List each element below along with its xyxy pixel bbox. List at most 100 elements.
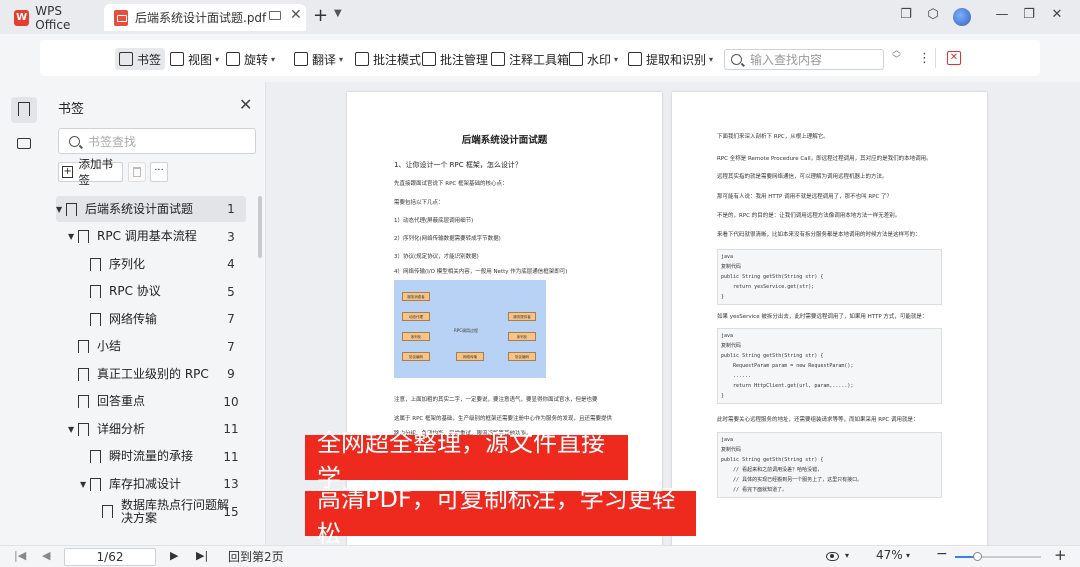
bookmark-item-page: 13 <box>223 477 239 491</box>
expand-toggle-icon[interactable]: ▼ <box>80 480 90 489</box>
bookmark-item[interactable]: 数据库热点行问题解决方案 15 <box>56 498 246 525</box>
code-line: public String getSth(String str) { <box>721 274 824 280</box>
rotate-button[interactable]: 旋转 ▾ <box>222 48 279 70</box>
bookmark-item-label: 序列化 <box>109 256 146 271</box>
close-tab-icon[interactable]: ✕ <box>290 7 302 23</box>
cube-icon[interactable]: ⬡ <box>926 8 940 22</box>
find-prev-next[interactable]: ︿ ﹀ <box>892 47 901 65</box>
pdf-page-2: 下面我们来深入剖析下 RPC，从根上理解它。 RPC 全称是 Remote Pr… <box>672 92 987 547</box>
window-restore-icon[interactable]: ❐ <box>899 8 913 22</box>
first-page-icon[interactable]: |◀ <box>14 549 26 562</box>
scrollbar[interactable] <box>258 196 262 258</box>
bookmark-item[interactable]: ▼ 库存扣减设计 13 <box>56 471 246 497</box>
diagram-box: 协议编码 <box>508 352 536 361</box>
bookmark-icon <box>90 312 101 326</box>
back-to-page-link[interactable]: 回到第2页 <box>228 548 284 565</box>
chevron-down-icon[interactable]: ▼ <box>334 8 342 19</box>
delete-bookmark-button[interactable] <box>128 162 146 182</box>
rail-bookmark-button[interactable] <box>11 97 37 123</box>
text-line: 1）动态代理(屏蔽底层调用细节) <box>394 218 474 224</box>
zoom-slider-knob[interactable] <box>972 552 982 561</box>
bookmark-item[interactable]: 网络传输 7 <box>56 306 246 332</box>
extract-icon <box>628 52 642 66</box>
text-line: 不是的，RPC 的目的是：让我们调用远程方法像调用本地方法一样无差别。 <box>717 213 901 219</box>
avatar[interactable] <box>953 8 971 26</box>
bookmark-more-button[interactable]: ··· <box>150 162 168 182</box>
eye-icon[interactable] <box>826 552 839 561</box>
text-line: 此时需要关心远程服务的地址，还需要组装请求等等，而如果采用 RPC 调用就是： <box>717 417 919 423</box>
bookmark-item-label: 小结 <box>97 339 122 353</box>
zoom-in-icon[interactable]: + <box>1054 546 1067 564</box>
expand-toggle-icon[interactable]: ▼ <box>68 425 78 434</box>
bookmark-item[interactable]: 小结 7 <box>56 334 246 360</box>
page-number-input[interactable]: 1/62 <box>64 548 156 566</box>
watermark-button[interactable]: 水印 ▾ <box>565 48 622 70</box>
bookmark-icon <box>78 422 89 436</box>
promo-banner-2: 高清PDF，可复制标注，学习更轻松 <box>305 485 696 548</box>
diagram-box: 网络传输 <box>456 352 484 361</box>
view-button[interactable]: 视图 ▾ <box>166 48 223 70</box>
bookmark-item[interactable]: 序列化 4 <box>56 251 246 277</box>
wps-logo-icon: W <box>14 9 30 26</box>
add-bookmark-icon: + <box>62 166 74 178</box>
translate-button[interactable]: 翻译 ▾ <box>290 48 347 70</box>
exit-icon[interactable]: ✕ <box>947 51 961 65</box>
next-page-icon[interactable]: ▶ <box>170 549 178 562</box>
zoom-slider[interactable] <box>955 552 1041 561</box>
zoom-dropdown-icon[interactable]: ▾ <box>906 551 910 560</box>
zoom-out-icon[interactable]: − <box>936 546 948 562</box>
last-page-icon[interactable]: ▶| <box>196 549 208 562</box>
bookmark-item-label: 后端系统设计面试题 <box>85 201 194 216</box>
annotate-mode-button[interactable]: 批注模式 <box>351 48 425 70</box>
close-panel-icon[interactable]: ✕ <box>239 95 252 114</box>
bookmark-button[interactable]: 书签 <box>115 48 166 70</box>
note-tools-icon <box>491 52 505 66</box>
rotate-icon <box>226 52 240 66</box>
rpc-diagram: 服务消费者 动态代理 序列化 协议编码 网络传输 RPC调用过程 服务提供者 序… <box>394 280 546 378</box>
bookmark-item-label: 库存扣减设计 <box>109 476 182 491</box>
bookmark-item[interactable]: 真正工业级别的 RPC 9 <box>56 361 246 387</box>
code-line: return HttpClient.get(url, param,.....); <box>721 383 854 389</box>
note-tools-button[interactable]: 注释工具箱 <box>487 48 573 70</box>
diagram-box: 动态代理 <box>402 312 430 321</box>
tab-document[interactable]: 后端系统设计面试题.pdf ✕ <box>104 4 306 31</box>
add-bookmark-button[interactable]: + 添加书签 <box>58 157 123 187</box>
bookmark-item[interactable]: ▼ RPC 调用基本流程 3 <box>56 224 246 250</box>
minimize-icon[interactable]: — <box>995 8 1009 22</box>
bookmark-item-page: 3 <box>227 229 235 244</box>
bookmark-item[interactable]: 瞬时流量的承接 11 <box>56 444 246 470</box>
close-window-icon[interactable]: ✕ <box>1050 8 1064 22</box>
prev-page-icon[interactable]: ◀ <box>42 549 50 562</box>
note-tools-label: 注释工具箱 <box>509 52 570 67</box>
extract-label: 提取和识别 <box>646 52 707 67</box>
chevron-down-icon[interactable]: ▾ <box>845 551 849 560</box>
extract-button[interactable]: 提取和识别 ▾ <box>624 48 717 70</box>
bookmark-icon <box>90 477 101 491</box>
bookmark-item-label: RPC 调用基本流程 <box>97 229 197 243</box>
expand-toggle-icon[interactable]: ▼ <box>68 232 78 241</box>
code-line: 复制代码 <box>721 447 742 453</box>
promo-banner-1: 全网超全整理，源文件直接学 <box>305 429 628 492</box>
find-input[interactable]: 输入查找内容 <box>724 49 884 70</box>
bookmark-item[interactable]: ▼ 详细分析 11 <box>56 416 246 442</box>
zoom-level[interactable]: 47% <box>876 548 903 562</box>
view-label: 视图 <box>188 52 213 67</box>
watermark-icon <box>569 52 583 66</box>
bookmark-item[interactable]: 回答重点 10 <box>56 389 246 415</box>
bookmark-search-input[interactable]: 书签查找 <box>58 128 256 154</box>
side-rail <box>0 82 46 545</box>
text-line: 需要包括以下几点： <box>394 200 444 206</box>
tab-home[interactable]: W WPS Office <box>8 4 98 32</box>
annotate-manage-button[interactable]: 批注管理 <box>418 48 492 70</box>
diagram-box: 服务提供者 <box>508 312 536 321</box>
new-tab-icon[interactable]: + <box>313 5 328 26</box>
comment-icon[interactable] <box>17 138 31 149</box>
more-icon[interactable]: ⋮ <box>918 51 931 66</box>
maximize-icon[interactable]: ❐ <box>1022 8 1036 22</box>
expand-toggle-icon[interactable]: ▼ <box>56 205 66 214</box>
bookmark-item[interactable]: ▼ 后端系统设计面试题 1 <box>56 196 246 222</box>
bookmark-item[interactable]: RPC 协议 5 <box>56 279 246 305</box>
monitor-icon[interactable] <box>269 11 281 20</box>
bookmark-icon <box>90 257 101 271</box>
bookmark-icon <box>102 505 113 518</box>
